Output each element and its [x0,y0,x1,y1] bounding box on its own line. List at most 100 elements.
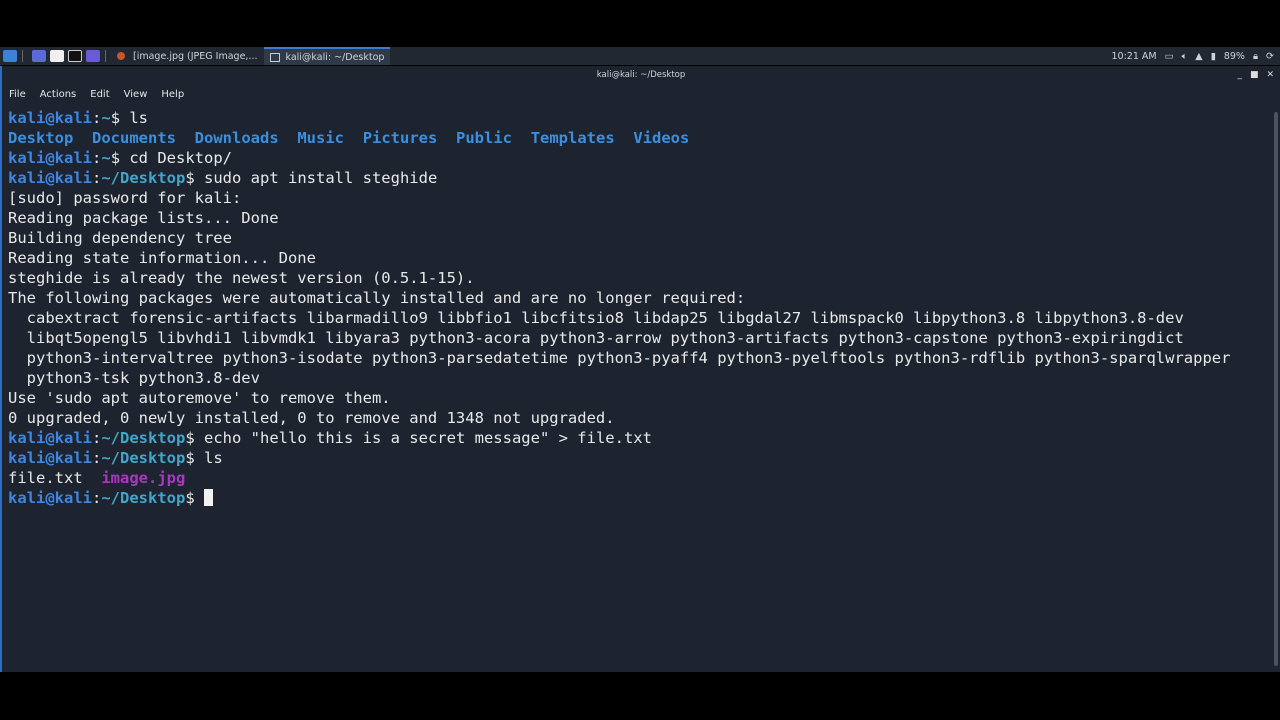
terminal-text: Use 'sudo apt autoremove' to remove them… [8,389,391,407]
terminal-line: kali@kali:~/Desktop$ ls [8,448,1230,468]
terminal-text: : [92,109,102,127]
terminal-text: cabextract forensic-artifacts libarmadil… [8,309,1184,327]
terminal-text: Templates [530,129,615,147]
terminal-text: Pictures [362,129,438,147]
terminal-icon [269,52,280,62]
system-tray: 10:21 AM ▭ 🔈︎ ▲ ▮ 89% 🔒︎ ⟳ [1112,47,1274,65]
logout-icon[interactable]: ⟳ [1266,51,1274,62]
terminal-line: kali@kali:~/Desktop$ [8,488,1230,508]
lock-icon[interactable]: 🔒︎ [1253,51,1258,62]
menu-edit[interactable]: Edit [90,89,109,100]
task-label: kali@kali: ~/Desktop [285,51,385,63]
taskbar: [image.jpg (JPEG Image,... kali@kali: ~/… [0,47,1280,65]
terminal-text: steghide is already the newest version (… [8,269,475,287]
terminal-text: : [92,149,102,167]
terminal-icon[interactable] [68,50,82,62]
terminal-text: libqt5opengl5 libvhdi1 libvmdk1 libyara3… [8,329,1184,347]
menu-view[interactable]: View [124,89,148,100]
close-icon[interactable]: ✕ [1266,66,1274,84]
prompt-path: ~/Desktop [101,169,186,187]
display-icon[interactable]: ▭ [1165,51,1174,62]
window-title: kali@kali: ~/Desktop [596,70,686,80]
terminal-line: 0 upgraded, 0 newly installed, 0 to remo… [8,408,1230,428]
prompt-path: ~ [101,149,111,167]
terminal-text: $ sudo apt install steghide [185,169,438,187]
terminal-text: Documents [92,129,176,147]
terminal-output[interactable]: kali@kali:~$ ls Desktop Documents Downloa… [8,108,1230,508]
terminal-text: Music [297,129,345,147]
prompt-path: ~/Desktop [101,449,186,467]
terminal-text: python3-intervaltree python3-isodate pyt… [8,349,1231,367]
separator [105,50,106,62]
notification-bell-icon[interactable]: ▲ [1195,51,1202,62]
volume-icon[interactable]: 🔈︎ [1182,51,1188,62]
terminal-window: kali@kali: ~/Desktop _ ■ ✕ File Actions … [0,66,1280,672]
prompt-user: kali@kali [8,489,92,507]
prompt-path: ~/Desktop [101,489,186,507]
terminal-text: 0 upgraded, 0 newly installed, 0 to remo… [8,409,615,427]
terminal-line: kali@kali:~/Desktop$ echo "hello this is… [8,428,1230,448]
task-label: [image.jpg (JPEG Image,... [133,50,258,62]
screen-recorder-icon[interactable] [86,50,100,62]
terminal-line: Use 'sudo apt autoremove' to remove them… [8,388,1230,408]
terminal-line: The following packages were automaticall… [8,288,1230,308]
show-desktop-icon[interactable] [32,50,46,62]
terminal-text: Videos [633,129,690,147]
firefox-icon [117,52,125,60]
terminal-line: [sudo] password for kali: [8,188,1230,208]
prompt-user: kali@kali [8,429,92,447]
minimize-icon[interactable]: _ [1237,66,1242,84]
terminal-line: python3-intervaltree python3-isodate pyt… [8,348,1231,368]
terminal-text: $ echo "hello this is a secret message" … [185,429,652,447]
terminal-text: : [92,169,102,187]
terminal-line: libqt5opengl5 libvhdi1 libvmdk1 libyara3… [8,328,1230,348]
terminal-text: python3-tsk python3.8-dev [8,369,260,387]
terminal-line: Reading package lists... Done [8,208,1230,228]
terminal-line: python3-tsk python3.8-dev [8,368,1230,388]
terminal-text: : [92,429,102,447]
battery-icon[interactable]: ▮ [1211,51,1216,62]
text-cursor [204,489,214,506]
terminal-text: $ [185,489,205,507]
prompt-user: kali@kali [8,149,92,167]
kali-menu-icon[interactable] [3,50,17,62]
title-bar: kali@kali: ~/Desktop _ ■ ✕ [2,66,1280,84]
clock[interactable]: 10:21 AM [1112,51,1157,62]
file-manager-icon[interactable] [50,50,64,62]
terminal-text: $ ls [110,109,149,127]
terminal-line: kali@kali:~$ ls [8,108,1230,128]
task-firefox-image[interactable]: [image.jpg (JPEG Image,... [111,47,264,65]
terminal-line: Building dependency tree [8,228,1230,248]
terminal-text: : [92,449,102,467]
terminal-line: kali@kali:~$ cd Desktop/ [8,148,1230,168]
separator [22,50,23,62]
battery-level: 89% [1223,50,1245,62]
menu-bar: File Actions Edit View Help [2,84,1280,104]
maximize-icon[interactable]: ■ [1250,66,1259,84]
scrollbar[interactable] [1274,112,1278,666]
terminal-text: The following packages were automaticall… [8,289,746,307]
terminal-text: Public [456,129,513,147]
prompt-path: ~ [101,109,111,127]
prompt-user: kali@kali [8,109,92,127]
prompt-user: kali@kali [8,449,92,467]
terminal-text: : [92,489,102,507]
task-terminal[interactable]: kali@kali: ~/Desktop [263,47,391,65]
menu-help[interactable]: Help [161,89,184,100]
menu-actions[interactable]: Actions [40,89,77,100]
terminal-text: Building dependency tree [8,229,232,247]
terminal-text: Reading state information... Done [8,249,316,267]
menu-file[interactable]: File [9,89,26,100]
terminal-line: kali@kali:~/Desktop$ sudo apt install st… [8,168,1230,188]
terminal-line: Desktop Documents Downloads Music Pictur… [8,128,1230,148]
terminal-text: $ cd Desktop/ [110,149,233,167]
terminal-text: image.jpg [101,469,186,487]
terminal-text: $ ls [185,449,223,467]
